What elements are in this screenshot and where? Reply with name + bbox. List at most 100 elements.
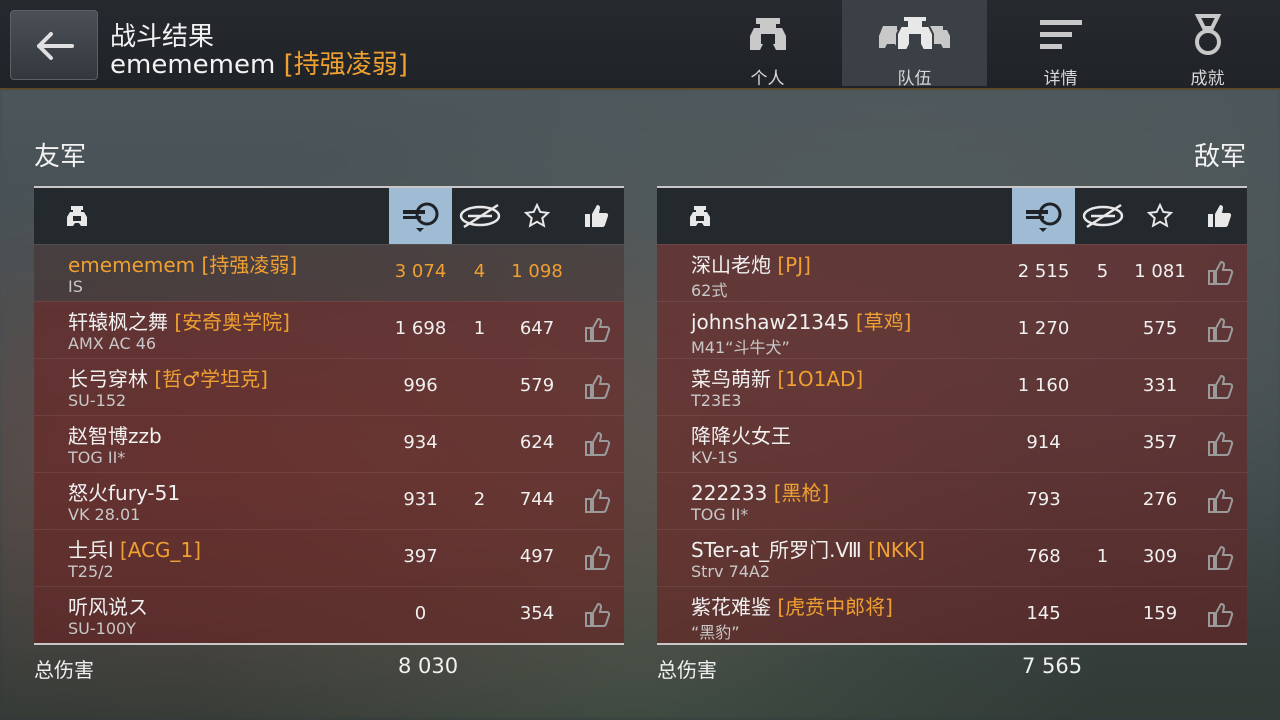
player-name-line: 赵智博zzb [68, 420, 162, 449]
thumbs-up-icon[interactable] [1206, 601, 1234, 629]
player-name: STer-at_所罗门.Ⅷ [691, 538, 862, 562]
tank-name: IS [68, 277, 83, 296]
tank-name: 62式 [691, 281, 728, 300]
thumbs-up-icon[interactable] [1206, 373, 1234, 401]
kills-value: 2 [473, 489, 486, 510]
player-name: johnshaw21345 [691, 310, 850, 334]
column-like[interactable] [1190, 188, 1247, 244]
clan-tag: [哲♂学坦克] [154, 367, 268, 391]
tab-details[interactable]: 详情 [988, 0, 1133, 89]
score-value: 276 [1142, 489, 1178, 510]
score-value: 331 [1142, 375, 1178, 396]
player-row[interactable]: 士兵l [ACG_1] T25/2 397 497 [34, 529, 624, 586]
player-name-line: 听风说ス [68, 591, 148, 620]
player-row[interactable]: emememem [持强凌弱] IS 3 074 4 1 098 [34, 244, 624, 301]
tank-icon [67, 206, 87, 226]
tank-name: TOG II* [691, 505, 749, 524]
player-name: 紫花难鉴 [691, 595, 771, 619]
header-bar: 战斗结果 emememem [持强凌弱] 个人 队伍 详情 成就 [0, 0, 1280, 90]
thumbs-up-icon[interactable] [583, 373, 611, 401]
player-name: emememem [110, 50, 276, 80]
score-value: 354 [519, 603, 555, 624]
player-row[interactable]: 降降火女王 KV-1S 914 357 [657, 415, 1247, 472]
tank-name: T25/2 [68, 562, 114, 581]
allies-total-damage: 8 030 [398, 654, 459, 678]
player-row[interactable]: 赵智博zzb TOG II* 934 624 [34, 415, 624, 472]
thumbs-up-icon[interactable] [583, 316, 611, 344]
player-name-line: 轩辕枫之舞 [安奇奥学院] [68, 306, 290, 335]
thumbs-up-icon[interactable] [1206, 487, 1234, 515]
tank-name: SU-152 [68, 391, 127, 410]
tank-name: VK 28.01 [68, 505, 141, 524]
player-row[interactable]: 深山老炮 [PJ] 62式 2 515 5 1 081 [657, 244, 1247, 301]
player-row[interactable]: STer-at_所罗门.Ⅷ [NKK] Strv 74A2 768 1 309 [657, 529, 1247, 586]
thumbs-up-icon[interactable] [1206, 316, 1234, 344]
thumbs-up-icon[interactable] [1206, 430, 1234, 458]
score-value: 579 [519, 375, 555, 396]
score-value: 309 [1142, 546, 1178, 567]
thumbs-up-icon[interactable] [1206, 544, 1234, 572]
medal-icon [1194, 14, 1221, 55]
damage-value: 768 [1026, 546, 1061, 567]
thumbs-up-icon[interactable] [583, 601, 611, 629]
player-title: emememem [持强凌弱] [110, 44, 408, 81]
soldier-icon [749, 18, 786, 50]
column-damage[interactable] [1012, 188, 1075, 244]
tab-achievements[interactable]: 成就 [1135, 0, 1280, 89]
tab-label: 成就 [1190, 69, 1225, 89]
thumbs-up-icon[interactable] [1206, 259, 1234, 287]
clan-tag: [持强凌弱] [201, 253, 298, 277]
player-name-line: 长弓穿林 [哲♂学坦克] [68, 363, 268, 392]
score-value: 624 [519, 432, 555, 453]
clan-tag: [ACG_1] [119, 538, 202, 562]
player-name: 听风说ス [68, 595, 148, 619]
player-name: 长弓穿林 [68, 367, 148, 391]
player-row[interactable]: 222233 [黑枪] TOG II* 793 276 [657, 472, 1247, 529]
tab-personal[interactable]: 个人 [695, 0, 840, 89]
column-like[interactable] [567, 188, 624, 244]
thumbs-up-icon[interactable] [583, 430, 611, 458]
column-score[interactable] [1130, 188, 1190, 244]
enemies-total-damage: 7 565 [1022, 654, 1083, 678]
damage-value: 1 698 [394, 318, 447, 339]
player-row[interactable]: 长弓穿林 [哲♂学坦克] SU-152 996 579 [34, 358, 624, 415]
score-value: 575 [1142, 318, 1178, 339]
player-row[interactable]: 怒火fury-51 VK 28.01 931 2 744 [34, 472, 624, 529]
tab-label: 个人 [750, 69, 785, 89]
tank-name: AMX AC 46 [68, 334, 157, 353]
player-row[interactable]: 轩辕枫之舞 [安奇奥学院] AMX AC 46 1 698 1 647 [34, 301, 624, 358]
player-name: 降降火女王 [691, 424, 791, 448]
damage-icon [1025, 202, 1061, 232]
column-kills[interactable] [452, 188, 507, 244]
player-name-line: 深山老炮 [PJ] [691, 249, 811, 278]
score-value: 497 [519, 546, 555, 567]
player-name: 深山老炮 [691, 253, 771, 277]
thumbs-up-icon[interactable] [583, 544, 611, 572]
back-button[interactable] [10, 10, 98, 80]
damage-value: 397 [403, 546, 438, 567]
kills-icon [459, 203, 500, 229]
tank-name: “黑豹” [691, 623, 740, 642]
column-score[interactable] [507, 188, 567, 244]
player-name-line: STer-at_所罗门.Ⅷ [NKK] [691, 534, 925, 563]
tab-team[interactable]: 队伍 [842, 0, 987, 89]
thumbs-up-icon [1207, 205, 1231, 227]
player-row[interactable]: 菜鸟萌新 [1O1AD] T23E3 1 160 331 [657, 358, 1247, 415]
table-header [34, 186, 624, 244]
thumbs-up-icon [584, 205, 608, 227]
column-player[interactable] [675, 188, 725, 244]
allies-table: emememem [持强凌弱] IS 3 074 4 1 098 轩辕枫之舞 [安奇奥学院… [34, 186, 624, 645]
damage-value: 145 [1026, 603, 1061, 624]
list-icon [1039, 20, 1082, 49]
player-row[interactable]: 紫花难鉴 [虎贲中郎将] “黑豹” 145 159 [657, 586, 1247, 643]
column-kills[interactable] [1075, 188, 1130, 244]
clan-tag: [黑枪] [773, 481, 830, 505]
damage-value: 934 [403, 432, 438, 453]
column-player[interactable] [52, 188, 102, 244]
thumbs-up-icon[interactable] [583, 487, 611, 515]
player-name: 轩辕枫之舞 [68, 310, 168, 334]
column-damage[interactable] [389, 188, 452, 244]
player-row[interactable]: johnshaw21345 [草鸡] M41“斗牛犬” 1 270 575 [657, 301, 1247, 358]
player-row[interactable]: 听风说ス SU-100Y 0 354 [34, 586, 624, 643]
kills-value: 1 [473, 318, 486, 339]
